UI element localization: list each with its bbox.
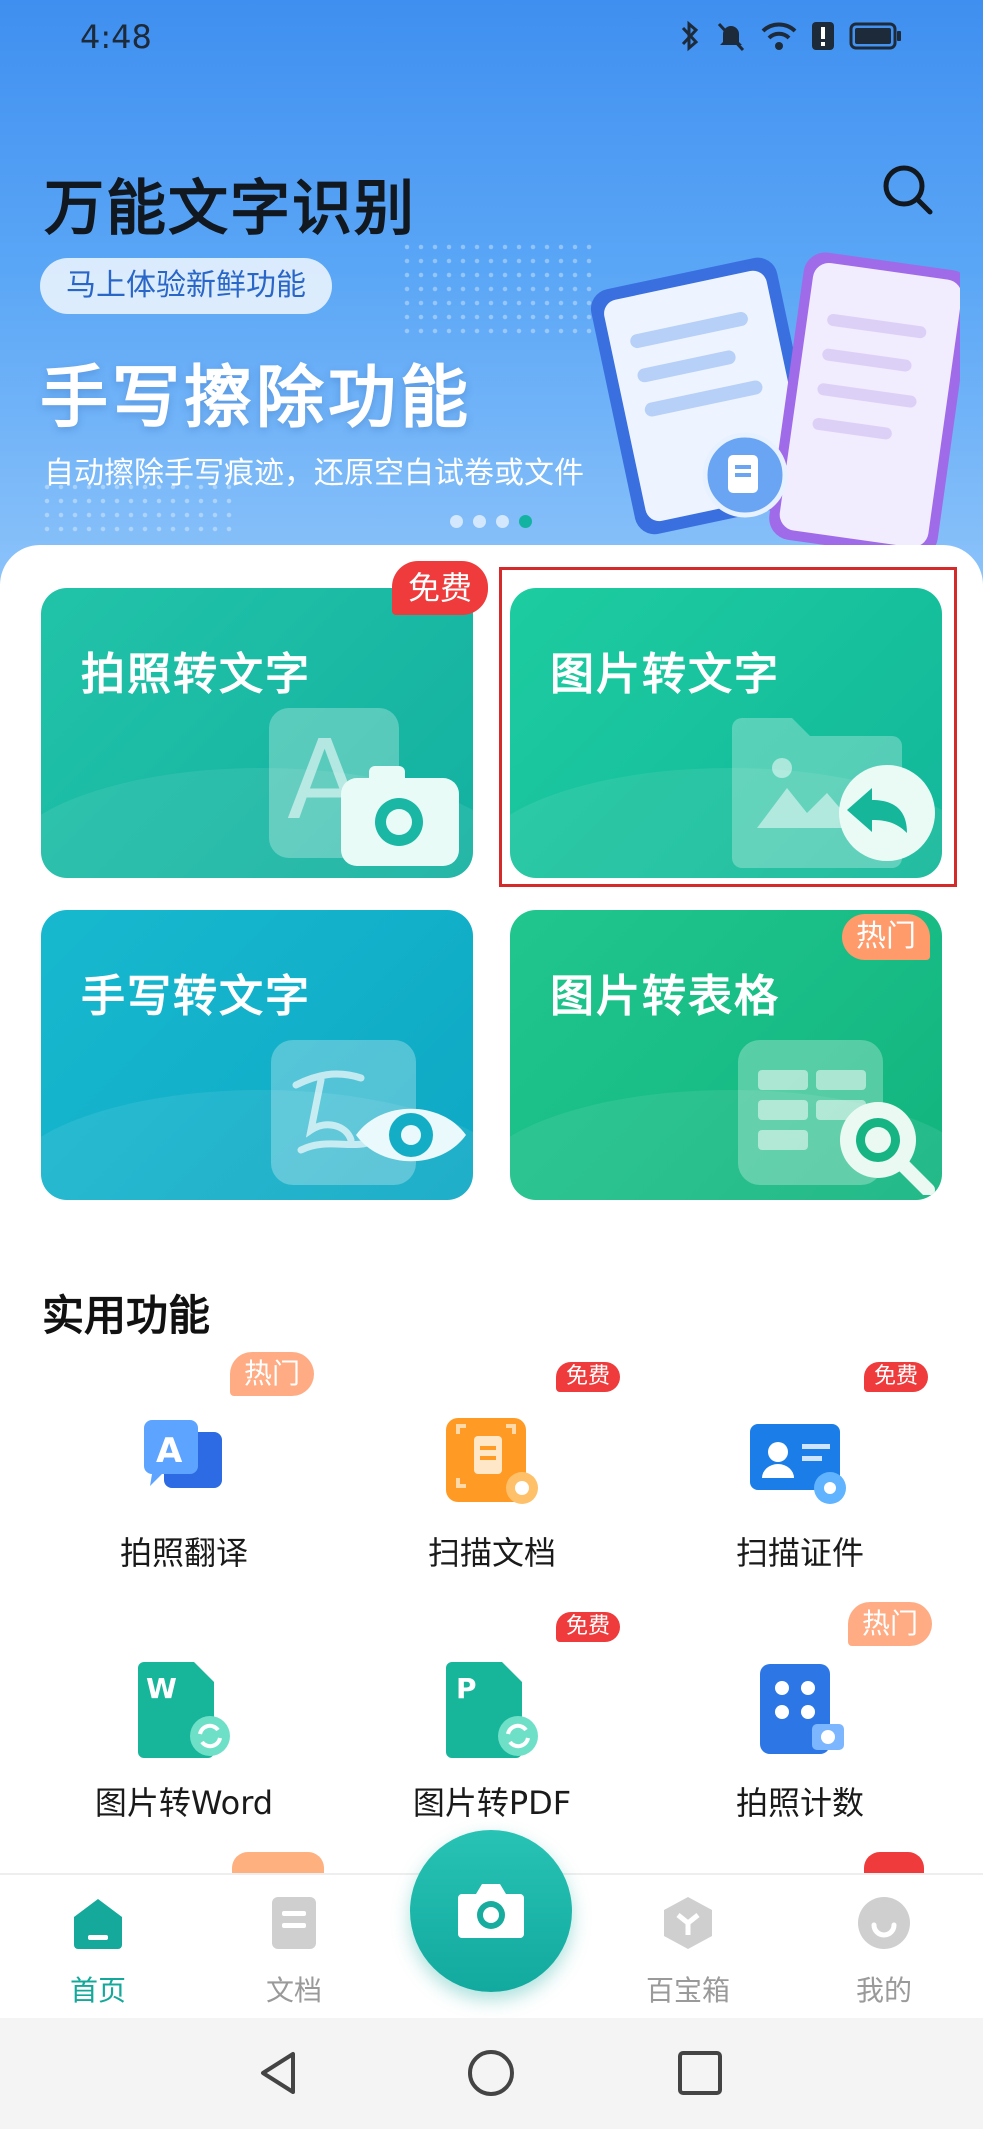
camera-icon	[458, 1884, 524, 1938]
tile-label: 图片转表格	[550, 971, 780, 1022]
translate-icon: A	[144, 1420, 222, 1488]
handwriting-eye-icon	[271, 1040, 466, 1185]
carousel-indicator	[450, 515, 532, 528]
feature-label: 图片转PDF	[412, 1784, 572, 1822]
bluetooth-icon	[681, 20, 699, 52]
tile-photo-to-text[interactable]: 拍照转文字 A	[41, 588, 473, 878]
status-icons	[679, 20, 903, 52]
carousel-dot	[496, 515, 509, 528]
toolbox-icon	[664, 1897, 712, 1949]
feature-label: 拍照翻译	[119, 1534, 248, 1572]
nav-home[interactable]: 首页	[38, 1895, 158, 2009]
tile-label: 手写转文字	[81, 971, 311, 1022]
alert-icon	[812, 22, 834, 50]
search-icon	[883, 165, 933, 215]
word-file-icon: W	[138, 1662, 230, 1758]
free-badge: 免费	[556, 1362, 621, 1392]
home-circle-icon[interactable]	[466, 2048, 516, 2098]
nav-label: 文档	[265, 1974, 322, 2007]
carousel-dot-active	[519, 515, 532, 528]
hot-badge: 热门	[842, 914, 930, 960]
profile-icon	[858, 1897, 910, 1949]
document-icon	[272, 1897, 316, 1949]
feature-scan-document[interactable]: 扫描文档	[342, 1380, 642, 1590]
free-badge: 免费	[864, 1362, 929, 1392]
home-icon	[74, 1899, 122, 1949]
battery-icon	[849, 22, 901, 50]
back-icon[interactable]	[255, 2048, 305, 2098]
carousel-dot	[473, 515, 486, 528]
count-icon	[760, 1664, 844, 1754]
pdf-file-icon: P	[446, 1662, 538, 1758]
mute-icon	[717, 22, 745, 52]
search-button[interactable]	[878, 160, 938, 220]
nav-documents[interactable]: 文档	[234, 1895, 354, 2009]
hot-badge: 热门	[230, 1352, 315, 1396]
feature-label: 扫描文档	[427, 1534, 556, 1572]
feature-photo-translate[interactable]: A 拍照翻译	[34, 1380, 334, 1590]
page-title: 万能文字识别	[44, 174, 416, 244]
carousel-dot	[450, 515, 463, 528]
selection-highlight	[499, 567, 957, 887]
feature-photo-count[interactable]: 拍照计数	[650, 1630, 950, 1840]
table-search-icon	[738, 1040, 935, 1195]
nav-label: 我的	[855, 1974, 912, 2007]
feature-label: 拍照计数	[735, 1784, 864, 1822]
promo-pill: 马上体验新鲜功能	[40, 258, 332, 314]
system-navigation-bar	[0, 2018, 983, 2129]
feature-label: 图片转Word	[94, 1784, 274, 1822]
feature-image-to-pdf[interactable]: P 图片转PDF	[342, 1630, 642, 1840]
banner-illustration	[590, 252, 960, 558]
svg-text:W: W	[146, 1672, 177, 1705]
free-badge: 免费	[392, 561, 489, 615]
feature-scan-id[interactable]: 扫描证件	[650, 1380, 950, 1590]
camera-button[interactable]	[410, 1830, 572, 1992]
nav-toolbox[interactable]: 百宝箱	[628, 1895, 748, 2009]
section-title: 实用功能	[42, 1291, 211, 1340]
nav-label: 首页	[69, 1974, 126, 2007]
scan-document-icon	[446, 1418, 538, 1504]
decorative-dots	[400, 240, 600, 340]
id-card-icon	[750, 1424, 846, 1504]
nav-profile[interactable]: 我的	[824, 1895, 944, 2009]
status-bar: 4:48	[0, 0, 983, 76]
free-badge: 免费	[556, 1612, 621, 1642]
hero-banner[interactable]: 4:48 万能文字识别 马上体验新鲜功能 手写擦除功能 自动擦除手写痕迹，还原空…	[0, 0, 983, 600]
promo-subtitle: 自动擦除手写痕迹，还原空白试卷或文件	[44, 456, 584, 491]
tile-label: 拍照转文字	[81, 649, 311, 700]
promo-headline: 手写擦除功能	[40, 359, 473, 438]
nav-label: 百宝箱	[645, 1974, 730, 2007]
photo-text-icon: A	[269, 708, 459, 866]
feature-label: 扫描证件	[735, 1534, 864, 1572]
tile-handwriting-to-text[interactable]: 手写转文字	[41, 910, 473, 1200]
status-time: 4:48	[80, 18, 152, 56]
hot-badge: 热门	[848, 1602, 933, 1646]
svg-text:P: P	[456, 1672, 477, 1705]
svg-text:A: A	[156, 1431, 183, 1471]
recents-icon[interactable]	[675, 2048, 725, 2098]
wifi-icon	[761, 22, 797, 50]
feature-image-to-word[interactable]: W 图片转Word	[34, 1630, 334, 1840]
